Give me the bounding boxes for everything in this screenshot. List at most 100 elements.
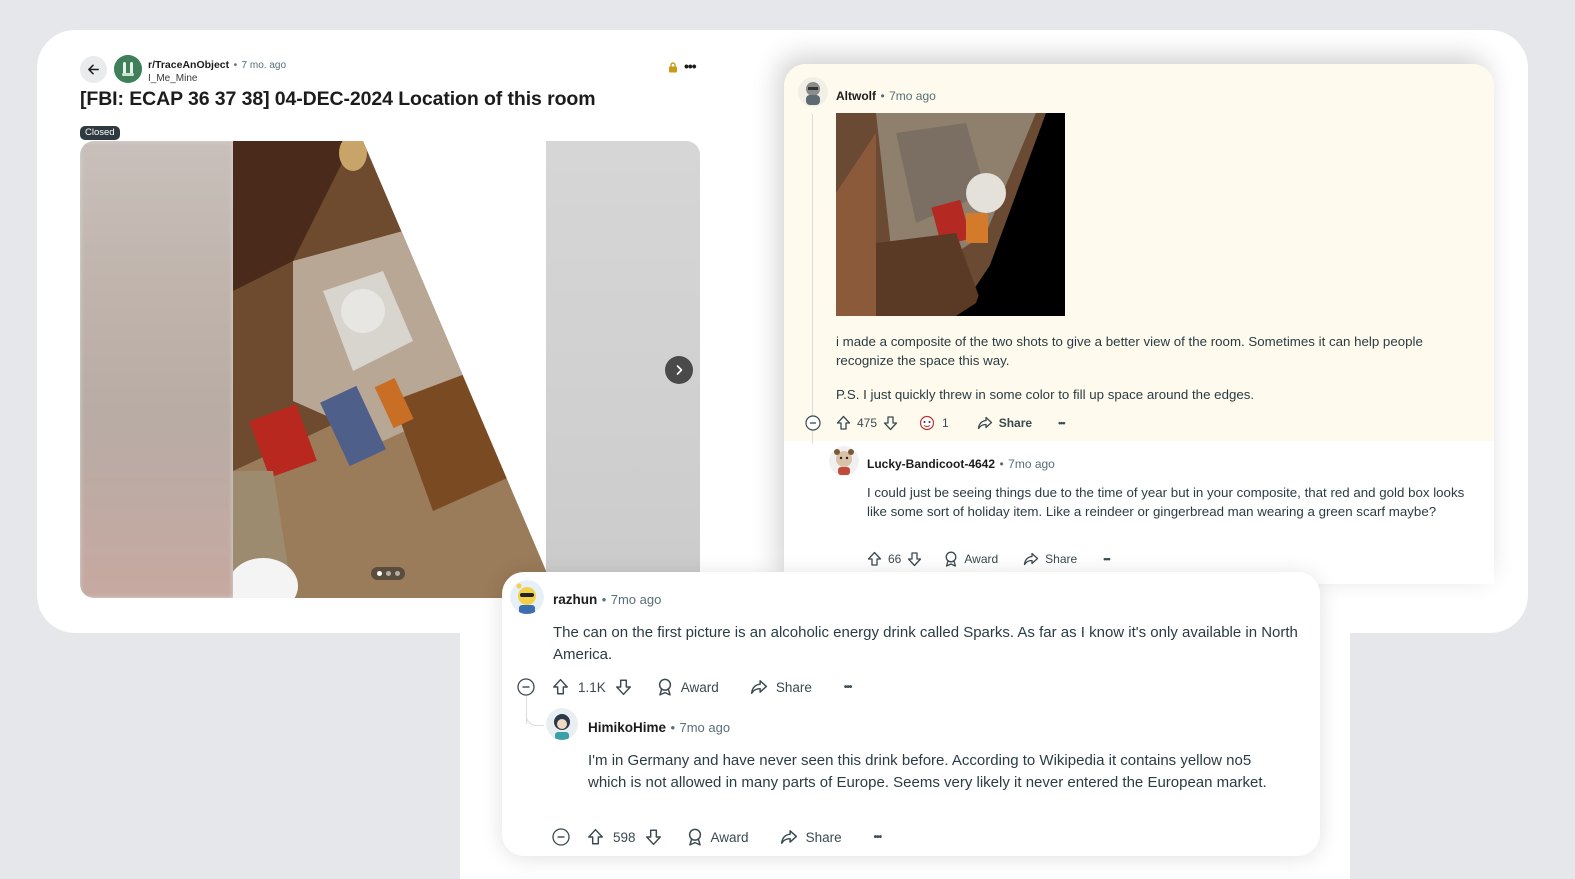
award-badge-icon <box>919 415 935 431</box>
award-button[interactable]: Award <box>944 551 998 567</box>
vote-group: 66 <box>867 551 922 567</box>
upvote-icon[interactable] <box>867 551 882 567</box>
comment-card: razhun • 7mo ago The can on the first pi… <box>502 572 1320 856</box>
back-button[interactable] <box>80 56 107 83</box>
comment-more-button[interactable]: ••• <box>1058 418 1066 428</box>
comment-actions: 66 Award Share ••• <box>867 551 1111 567</box>
comment-body: i made a composite of the two shots to g… <box>836 332 1466 404</box>
meta-separator: • <box>601 592 607 607</box>
share-button[interactable]: Share <box>977 416 1032 430</box>
meta-separator: • <box>999 457 1004 471</box>
upvote-icon[interactable] <box>836 415 851 431</box>
comment-time: 7mo ago <box>1008 457 1055 471</box>
thread-line[interactable] <box>812 114 813 444</box>
share-button[interactable]: Share <box>780 829 842 845</box>
carousel-dot[interactable] <box>385 571 391 576</box>
share-icon <box>1024 552 1039 566</box>
comment-body: I could just be seeing things due to the… <box>867 485 1465 519</box>
comment-time: 7mo ago <box>679 720 731 735</box>
collapse-icon[interactable] <box>552 828 570 846</box>
award-label: Award <box>680 679 719 695</box>
award-icon <box>658 678 671 696</box>
share-label: Share <box>775 679 812 695</box>
comment-more-button[interactable]: ••• <box>844 682 852 693</box>
comment-author[interactable]: razhun <box>553 592 597 607</box>
upvote-icon[interactable] <box>552 678 569 696</box>
share-button[interactable]: Share <box>1023 552 1077 566</box>
flair-badge: Closed <box>80 126 120 140</box>
award-label: Award <box>964 552 999 566</box>
share-label: Share <box>805 829 842 845</box>
share-label: Share <box>998 416 1033 430</box>
comment-more-button[interactable]: ••• <box>1103 554 1111 564</box>
award-icon <box>945 551 957 567</box>
avatar[interactable] <box>546 708 578 740</box>
avatar[interactable] <box>510 580 544 614</box>
post-time: 7 mo. ago <box>241 60 287 71</box>
comment-more-button[interactable]: ••• <box>874 832 882 843</box>
carousel-next-button[interactable] <box>665 356 693 384</box>
comment-image[interactable] <box>836 113 1065 316</box>
post-header: r/TraceAnObject • 7 mo. ago I_Me_Mine ••… <box>80 54 700 84</box>
avatar[interactable] <box>829 446 859 476</box>
downvote-icon[interactable] <box>907 551 922 567</box>
comment-paragraph: P.S. I just quickly threw in some color … <box>836 387 1255 402</box>
vote-count: 475 <box>857 416 878 430</box>
vote-group: 1.1K <box>552 678 632 696</box>
thread-branch <box>526 712 544 726</box>
vote-group: 598 <box>587 828 662 846</box>
arrow-left-icon <box>88 64 99 75</box>
vote-count: 598 <box>613 829 636 845</box>
chevron-right-icon <box>676 365 683 375</box>
carousel-dot[interactable] <box>376 571 382 576</box>
award-count: 1 <box>942 416 949 430</box>
award-label: Award <box>710 829 749 845</box>
lock-icon <box>669 62 677 73</box>
share-icon <box>977 416 992 430</box>
comment-thread-card: Altwolf • 7mo ago i made a composite of … <box>784 64 1494 584</box>
post-meta: r/TraceAnObject • 7 mo. ago I_Me_Mine <box>148 57 286 85</box>
post-image <box>233 141 546 598</box>
share-button[interactable]: Share <box>750 679 812 695</box>
comment-body: I'm in Germany and have never seen this … <box>588 752 1267 791</box>
downvote-icon[interactable] <box>615 678 632 696</box>
comment-time: 7mo ago <box>889 89 936 103</box>
subreddit-name[interactable]: r/TraceAnObject <box>148 59 229 71</box>
comment-author[interactable]: HimikoHime <box>588 720 666 735</box>
post-media-carousel[interactable] <box>80 141 700 598</box>
meta-separator: • <box>233 60 238 71</box>
comment-header: Altwolf • 7mo ago <box>836 87 936 105</box>
collapse-icon[interactable] <box>805 415 821 431</box>
award-button[interactable]: Award <box>657 678 719 696</box>
comment-actions: 1.1K Award Share ••• <box>517 678 852 696</box>
post-more-button[interactable]: ••• <box>684 58 697 74</box>
carousel-dot[interactable] <box>394 571 400 576</box>
comment-time: 7mo ago <box>610 592 662 607</box>
upvote-icon[interactable] <box>587 828 604 846</box>
comment-header: razhun • 7mo ago <box>553 591 661 609</box>
collage-canvas: r/TraceAnObject • 7 mo. ago I_Me_Mine ••… <box>0 0 1575 879</box>
award-button[interactable]: Award <box>687 828 749 846</box>
share-icon <box>780 830 797 844</box>
comment-header: HimikoHime • 7mo ago <box>588 719 730 737</box>
media-blur-left <box>80 141 233 598</box>
comment-header: Lucky-Bandicoot-4642 • 7mo ago <box>867 455 1055 473</box>
downvote-icon[interactable] <box>883 415 898 431</box>
vote-count: 1.1K <box>578 679 606 695</box>
share-label: Share <box>1045 552 1078 566</box>
comment-paragraph: i made a composite of the two shots to g… <box>836 334 1423 368</box>
post-title: [FBI: ECAP 36 37 38] 04-DEC-2024 Locatio… <box>80 88 596 110</box>
carousel-indicator <box>371 567 405 580</box>
comment-actions: 598 Award Share ••• <box>552 828 882 846</box>
vote-group: 475 <box>836 415 898 431</box>
avatar[interactable] <box>798 77 828 107</box>
downvote-icon[interactable] <box>645 828 662 846</box>
collapse-icon[interactable] <box>517 678 535 696</box>
award-group[interactable]: 1 <box>918 415 949 431</box>
meta-separator: • <box>880 89 885 103</box>
comment-author[interactable]: Lucky-Bandicoot-4642 <box>867 457 995 471</box>
comment-author[interactable]: Altwolf <box>836 89 876 103</box>
subreddit-avatar[interactable] <box>114 55 142 83</box>
post-author[interactable]: I_Me_Mine <box>148 72 286 85</box>
share-icon <box>750 680 767 694</box>
